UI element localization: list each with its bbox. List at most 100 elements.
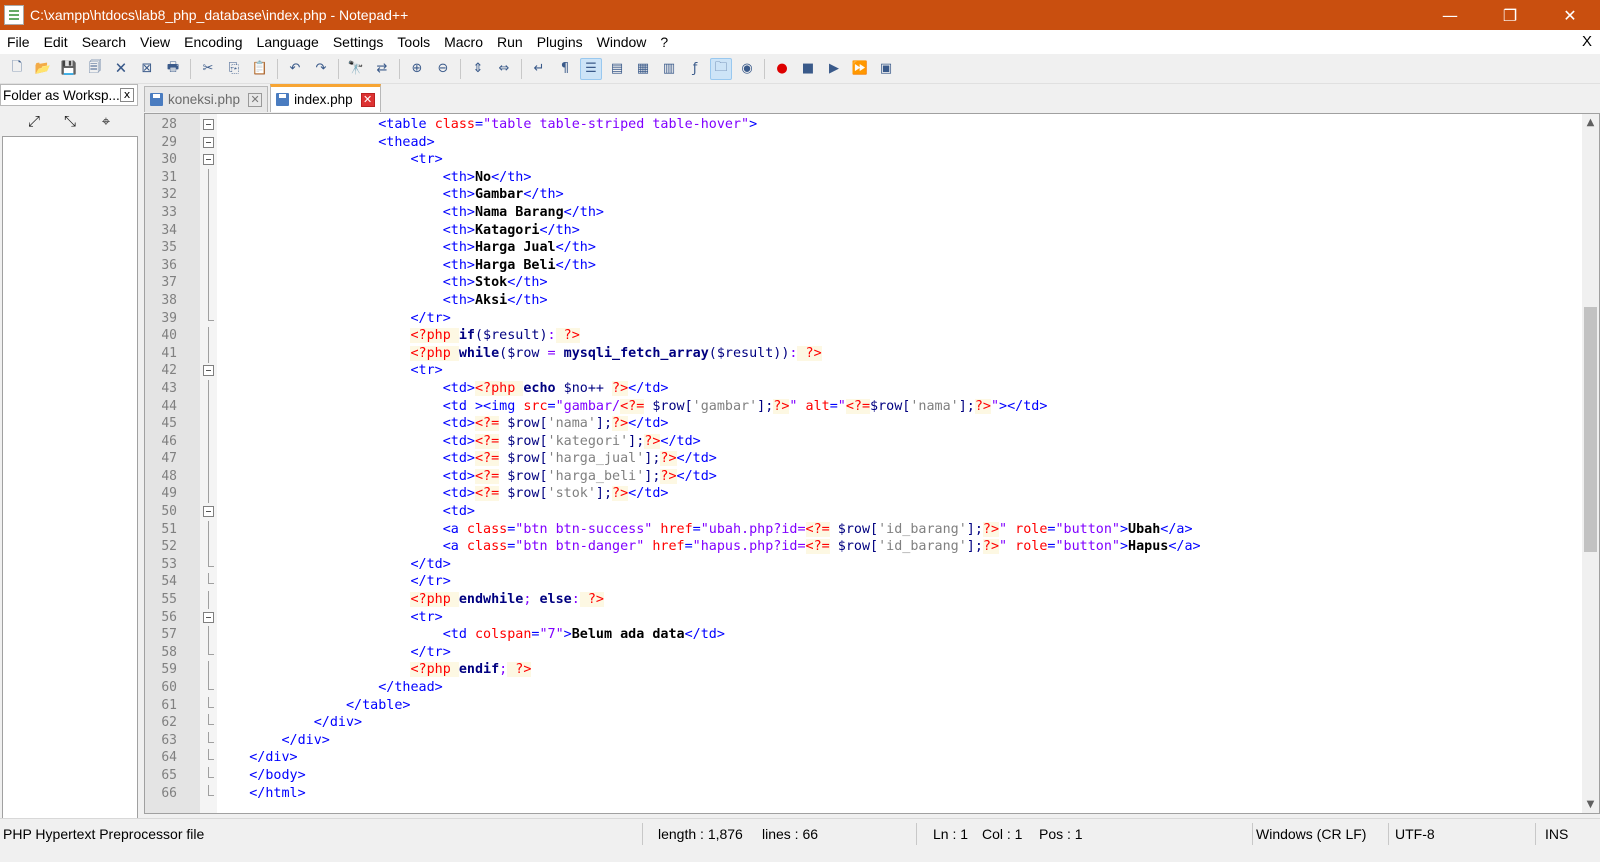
code-line[interactable]: 45 <td><?= $row['nama'];?></td> — [145, 415, 1545, 434]
code-line[interactable]: 60 </thead> — [145, 679, 1545, 697]
code-line[interactable]: 33 <th>Nama Barang</th> — [145, 203, 1545, 222]
menu-edit[interactable]: Edit — [37, 30, 75, 54]
run-macro-multiple-icon[interactable]: ⏩ — [849, 58, 871, 80]
open-file-icon[interactable]: 📂 — [32, 58, 54, 80]
code-line[interactable]: 40 <?php if($result): ?> — [145, 327, 1545, 346]
code-line[interactable]: 48 <td><?= $row['harga_beli'];?></td> — [145, 467, 1545, 486]
code-line[interactable]: 51 <a class="btn btn-success" href="ubah… — [145, 520, 1545, 539]
menu-file[interactable]: File — [0, 30, 37, 54]
tab-close-button[interactable]: ✕ — [248, 92, 263, 107]
folder-workspace-icon[interactable]: 🗀 — [710, 57, 732, 80]
print-icon[interactable]: 🖶 — [162, 58, 184, 80]
save-all-icon[interactable]: 🗐 — [84, 58, 106, 80]
code-line[interactable]: 66 </html> — [145, 784, 1545, 803]
zoom-in-icon[interactable]: ⊕ — [406, 58, 428, 80]
menu-tools[interactable]: Tools — [390, 30, 437, 54]
zoom-out-icon[interactable]: ⊖ — [432, 58, 454, 80]
collapse-all-icon[interactable]: ⤡ — [59, 112, 81, 130]
status-eol[interactable]: Windows (CR LF) — [1256, 826, 1366, 842]
fold-toggle-icon[interactable] — [203, 136, 214, 148]
word-wrap-icon[interactable]: ↵ — [528, 58, 550, 80]
code-line[interactable]: 54 </tr> — [145, 573, 1545, 591]
doc-map-icon[interactable]: ▦ — [632, 58, 654, 80]
code-line[interactable]: 30 <tr> — [145, 151, 1545, 169]
undo-icon[interactable]: ↶ — [284, 58, 306, 80]
tab-koneksi[interactable]: koneksi.php ✕ — [144, 86, 269, 112]
paste-icon[interactable]: 📋 — [249, 58, 271, 80]
fold-toggle-icon[interactable] — [203, 506, 214, 518]
menu-window[interactable]: Window — [590, 30, 654, 54]
close-window-button[interactable]: ✕ — [1540, 0, 1600, 30]
code-line[interactable]: 34 <th>Katagori</th> — [145, 221, 1545, 240]
code-line[interactable]: 63 </div> — [145, 731, 1545, 750]
scroll-up-icon[interactable]: ▲ — [1582, 114, 1599, 131]
function-list-icon[interactable]: ƒ — [684, 58, 706, 80]
copy-icon[interactable]: ⎘ — [223, 58, 245, 80]
fold-toggle-icon[interactable] — [203, 154, 214, 166]
restore-button[interactable]: ❐ — [1480, 0, 1540, 30]
close-icon[interactable]: 🗙 — [110, 58, 132, 80]
code-line[interactable]: 58 </tr> — [145, 643, 1545, 662]
code-line[interactable]: 53 </td> — [145, 555, 1545, 574]
code-editor[interactable]: 28 <table class="table table-striped tab… — [144, 113, 1600, 814]
code-line[interactable]: 29 <thead> — [145, 134, 1545, 152]
save-icon[interactable]: 💾 — [58, 58, 80, 80]
status-encoding[interactable]: UTF-8 — [1395, 826, 1435, 842]
code-line[interactable]: 31 <th>No</th> — [145, 168, 1545, 187]
code-line[interactable]: 49 <td><?= $row['stok'];?></td> — [145, 485, 1545, 504]
code-line[interactable]: 61 </table> — [145, 696, 1545, 715]
fold-toggle-icon[interactable] — [203, 365, 214, 377]
expand-all-icon[interactable]: ⤢ — [23, 112, 45, 130]
code-line[interactable]: 35 <th>Harga Jual</th> — [145, 239, 1545, 258]
close-document-button[interactable]: X — [1582, 30, 1592, 54]
menu-macro[interactable]: Macro — [437, 30, 490, 54]
code-line[interactable]: 32 <th>Gambar</th> — [145, 186, 1545, 205]
menu-language[interactable]: Language — [250, 30, 326, 54]
cut-icon[interactable]: ✂ — [197, 58, 219, 80]
menu-settings[interactable]: Settings — [326, 30, 391, 54]
menu-encoding[interactable]: Encoding — [177, 30, 249, 54]
tab-close-button[interactable]: ✕ — [360, 92, 375, 107]
code-line[interactable]: 46 <td><?= $row['kategori'];?></td> — [145, 432, 1545, 451]
scrollbar-thumb[interactable] — [1584, 307, 1597, 552]
vertical-scrollbar[interactable]: ▲ ▼ — [1582, 114, 1599, 813]
save-macro-icon[interactable]: ▣ — [875, 58, 897, 80]
code-line[interactable]: 43 <td><?php echo $no++ ?></td> — [145, 379, 1545, 398]
folder-tree[interactable] — [2, 136, 138, 833]
code-line[interactable]: 39 </tr> — [145, 309, 1545, 328]
close-all-icon[interactable]: ⊠ — [136, 58, 158, 80]
menu-view[interactable]: View — [133, 30, 177, 54]
doc-list-icon[interactable]: ▥ — [658, 58, 680, 80]
show-all-chars-icon[interactable]: ¶ — [554, 58, 576, 80]
fold-toggle-icon[interactable] — [203, 611, 214, 623]
code-line[interactable]: 36 <th>Harga Beli</th> — [145, 256, 1545, 275]
sync-horizontal-icon[interactable]: ⇔ — [493, 58, 515, 80]
new-file-icon[interactable]: 🗋 — [6, 58, 28, 80]
menu-run[interactable]: Run — [490, 30, 530, 54]
code-line[interactable]: 65 </body> — [145, 766, 1545, 785]
code-line[interactable]: 59 <?php endif; ?> — [145, 661, 1545, 680]
code-line[interactable]: 41 <?php while($row = mysqli_fetch_array… — [145, 344, 1545, 363]
sync-vertical-icon[interactable]: ⇕ — [467, 58, 489, 80]
monitor-icon[interactable]: ◉ — [736, 58, 758, 80]
scroll-down-icon[interactable]: ▼ — [1582, 796, 1599, 813]
menu-help[interactable]: ? — [653, 30, 675, 54]
code-line[interactable]: 62 </div> — [145, 714, 1545, 732]
code-line[interactable]: 37 <th>Stok</th> — [145, 274, 1545, 293]
code-line[interactable]: 44 <td ><img src="gambar/<?= $row['gamba… — [145, 397, 1545, 416]
code-line[interactable]: 50 <td> — [145, 503, 1545, 521]
code-line[interactable]: 57 <td colspan="7">Belum ada data</td> — [145, 626, 1545, 645]
code-line[interactable]: 55 <?php endwhile; else: ?> — [145, 591, 1545, 610]
code-line[interactable]: 47 <td><?= $row['harga_jual'];?></td> — [145, 450, 1545, 469]
code-line[interactable]: 64 </div> — [145, 749, 1545, 767]
code-line[interactable]: 56 <tr> — [145, 609, 1545, 627]
code-line[interactable]: 28 <table class="table table-striped tab… — [145, 116, 1545, 134]
code-line[interactable]: 42 <tr> — [145, 362, 1545, 380]
replace-icon[interactable]: ⇄ — [371, 58, 393, 80]
stop-macro-icon[interactable]: ■ — [797, 58, 819, 80]
code-line[interactable]: 52 <a class="btn btn-danger" href="hapus… — [145, 538, 1545, 557]
locate-current-file-icon[interactable]: ⌖ — [95, 112, 117, 130]
menu-search[interactable]: Search — [75, 30, 133, 54]
indent-guide-icon[interactable]: ☰ — [580, 57, 602, 80]
fold-toggle-icon[interactable] — [203, 119, 214, 130]
